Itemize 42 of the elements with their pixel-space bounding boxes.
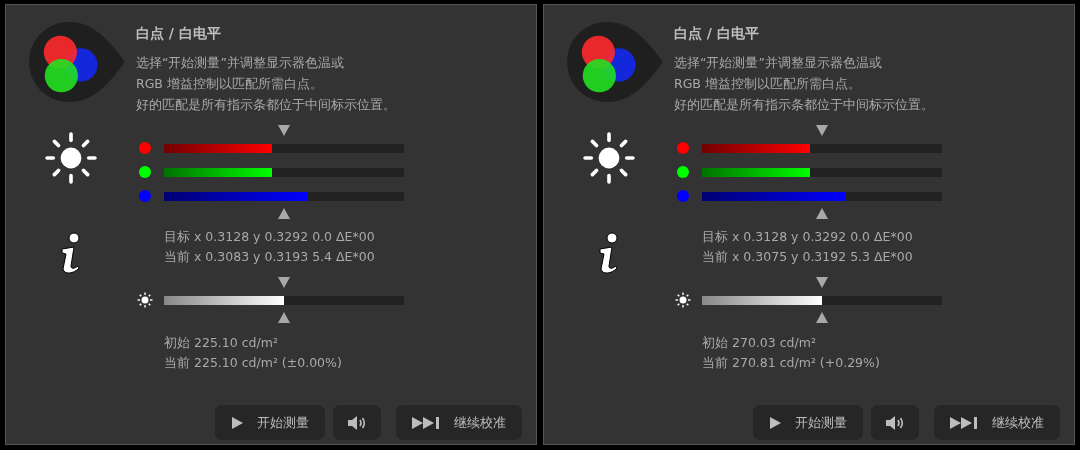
target-marker-icon [816,208,828,219]
target-marker-icon [816,125,828,136]
instruction-text: 好的匹配是所有指示条都位于中间标示位置。 [136,96,397,114]
brightness-icon [137,292,153,308]
chromaticity-text: 当前 x 0.3083 y 0.3193 5.4 ΔE*00 [164,248,376,266]
luminance-text: 初始 225.10 cd/m² [164,334,279,352]
skip-forward-icon [412,416,440,429]
target-marker-icon [278,277,290,288]
speaker-icon [347,414,367,431]
speaker-icon [885,414,905,431]
rgb-circles-icon [565,20,663,104]
chromaticity-text: 当前 x 0.3075 y 0.3192 5.3 ΔE*00 [702,248,914,266]
chromaticity-text: 目标 x 0.3128 y 0.3292 0.0 ΔE*00 [702,228,914,246]
luminance-text: 当前 270.81 cd/m² (+0.29%) [702,354,881,372]
target-marker-icon [278,312,290,323]
sun-icon [583,132,635,184]
sound-button[interactable] [333,405,381,440]
target-marker-icon [816,312,828,323]
section-title: 白点 / 白电平 [674,24,760,43]
target-marker-icon [816,277,828,288]
play-icon [231,416,243,429]
sound-button[interactable] [871,405,919,440]
luminance-text: 当前 225.10 cd/m² (±0.00%) [164,354,343,372]
start-measurement-button[interactable]: 开始测量 [215,405,325,440]
play-icon [769,416,781,429]
instruction-text: RGB 增益控制以匹配所需白点。 [136,75,324,93]
sun-icon [45,132,97,184]
instruction-text: 好的匹配是所有指示条都位于中间标示位置。 [674,96,935,114]
instruction-text: RGB 增益控制以匹配所需白点。 [674,75,862,93]
target-marker-icon [278,125,290,136]
target-marker-icon [278,208,290,219]
chromaticity-text: 目标 x 0.3128 y 0.3292 0.0 ΔE*00 [164,228,376,246]
instruction-text: 选择“开始测量”并调整显示器色温或 [136,54,345,72]
luminance-text: 初始 270.03 cd/m² [702,334,817,352]
continue-button[interactable]: 继续校准 [396,405,522,440]
section-title: 白点 / 白电平 [136,24,222,43]
brightness-icon [675,292,691,308]
start-measurement-button[interactable]: 开始测量 [753,405,863,440]
skip-forward-icon [950,416,978,429]
instruction-text: 选择“开始测量”并调整显示器色温或 [674,54,883,72]
continue-button[interactable]: 继续校准 [934,405,1060,440]
rgb-circles-icon [27,20,125,104]
